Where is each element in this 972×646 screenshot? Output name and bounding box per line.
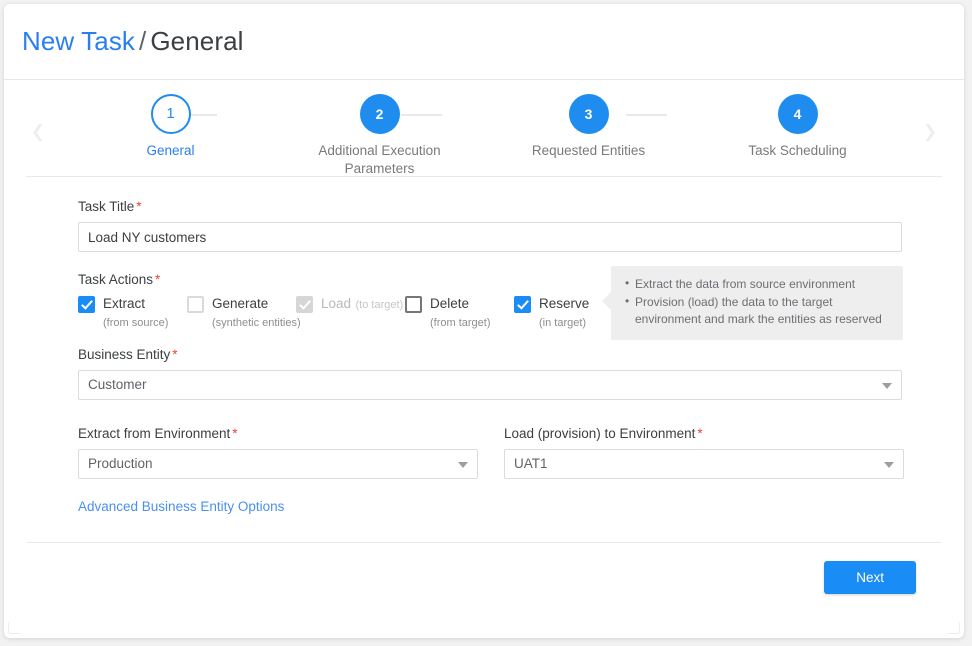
task-title-label: Task Title * xyxy=(78,199,902,215)
checkbox-reserve-sublabel: (in target) xyxy=(539,317,587,329)
chevron-down-icon[interactable] xyxy=(458,462,468,468)
checkbox-delete-label: Delete xyxy=(430,296,470,311)
checkbox-reserve-label: Reserve xyxy=(539,296,590,311)
checkbox-load: Load (to target) xyxy=(296,295,405,313)
step-3-number[interactable]: 3 xyxy=(568,94,609,134)
extract-environment-field: Extract from Environment * Production xyxy=(78,426,478,479)
step-connector-3-4 xyxy=(626,114,667,116)
business-entity-select[interactable]: Customer xyxy=(78,370,902,400)
step-1-label[interactable]: General xyxy=(66,142,275,160)
wizard-step-2[interactable]: 2 Additional Execution Parameters xyxy=(275,94,484,178)
extract-environment-label: Extract from Environment * xyxy=(78,426,478,442)
required-asterisk: * xyxy=(697,426,703,441)
page-header: New Task / General xyxy=(4,4,964,80)
checkbox-extract-box[interactable] xyxy=(78,296,95,313)
chevron-down-icon[interactable] xyxy=(884,462,894,468)
task-actions-label-text: Task Actions xyxy=(78,272,154,287)
checkbox-load-box xyxy=(296,296,313,313)
task-title-label-text: Task Title xyxy=(78,199,135,214)
task-actions-info-tooltip: Extract the data from source environment… xyxy=(602,266,903,340)
checkbox-load-label: Load xyxy=(321,296,352,311)
advanced-business-entity-options-link[interactable]: Advanced Business Entity Options xyxy=(78,499,284,514)
business-entity-label-text: Business Entity xyxy=(78,347,171,362)
extract-environment-select[interactable]: Production xyxy=(78,449,478,479)
environments-row: Extract from Environment * Production Loa… xyxy=(78,426,904,479)
checkbox-generate-sublabel: (synthetic entities) xyxy=(212,317,301,329)
wizard-footer: Next xyxy=(4,543,964,594)
breadcrumb-separator: / xyxy=(139,26,147,56)
checkbox-generate[interactable]: Generate (synthetic entities) xyxy=(187,295,301,331)
load-environment-label: Load (provision) to Environment * xyxy=(504,426,904,442)
load-environment-label-text: Load (provision) to Environment xyxy=(504,426,696,441)
checkbox-extract-sublabel: (from source) xyxy=(103,317,169,329)
step-2-label[interactable]: Additional Execution Parameters xyxy=(299,142,461,178)
task-title-input[interactable] xyxy=(78,222,902,252)
next-button[interactable]: Next xyxy=(824,561,916,594)
step-1-number[interactable]: 1 xyxy=(150,94,191,134)
checkbox-delete[interactable]: Delete (from target) xyxy=(405,295,514,331)
wizard-stepper: ❮ ❯ 1 General 2 Additional Execution Par… xyxy=(26,80,942,177)
business-entity-field: Business Entity * Customer xyxy=(78,347,902,400)
load-environment-select[interactable]: UAT1 xyxy=(504,449,904,479)
task-wizard-card: New Task / General ❮ ❯ 1 General 2 Additio… xyxy=(4,4,964,638)
general-form: Task Title* Task Actions* Extract (from … xyxy=(4,177,964,516)
step-2-number[interactable]: 2 xyxy=(359,94,400,134)
info-line-1: Extract the data from source environment xyxy=(625,275,891,293)
required-asterisk: * xyxy=(155,272,161,287)
extract-environment-value: Production xyxy=(88,456,153,471)
checkbox-delete-box[interactable] xyxy=(405,296,422,313)
wizard-step-3[interactable]: 3 Requested Entities xyxy=(484,94,693,178)
step-3-label[interactable]: Requested Entities xyxy=(484,142,693,160)
checkbox-delete-sublabel: (from target) xyxy=(430,317,491,329)
app-page: New Task / General ❮ ❯ 1 General 2 Additio… xyxy=(0,0,972,646)
checkbox-generate-box[interactable] xyxy=(187,296,204,313)
checkbox-extract[interactable]: Extract (from source) xyxy=(78,295,187,331)
extract-environment-label-text: Extract from Environment xyxy=(78,426,231,441)
business-entity-value: Customer xyxy=(88,377,147,392)
checkbox-generate-label: Generate xyxy=(212,296,269,311)
info-line-2: Provision (load) the data to the target … xyxy=(625,293,891,328)
required-asterisk: * xyxy=(232,426,238,441)
card-corner-bottom-left xyxy=(8,621,21,634)
checkbox-load-sublabel: (to target) xyxy=(355,299,404,311)
load-environment-field: Load (provision) to Environment * UAT1 xyxy=(504,426,904,479)
page-title: General xyxy=(150,26,244,56)
step-connector-2-3 xyxy=(401,114,442,116)
required-asterisk: * xyxy=(136,199,142,214)
required-asterisk: * xyxy=(172,347,178,362)
task-actions-field: Task Actions * Extract (from source) Gene… xyxy=(78,266,903,340)
checkbox-extract-label: Extract xyxy=(103,296,146,311)
business-entity-label: Business Entity * xyxy=(78,347,902,363)
card-corner-bottom-right xyxy=(947,621,960,634)
breadcrumb: New Task / General xyxy=(22,26,964,57)
load-environment-value: UAT1 xyxy=(514,456,548,471)
step-4-label[interactable]: Task Scheduling xyxy=(693,142,902,160)
wizard-step-1[interactable]: 1 General xyxy=(66,94,275,178)
checkbox-reserve-box[interactable] xyxy=(514,296,531,313)
wizard-step-4[interactable]: 4 Task Scheduling xyxy=(693,94,902,178)
chevron-down-icon[interactable] xyxy=(882,383,892,389)
breadcrumb-link-new-task[interactable]: New Task xyxy=(22,26,135,56)
step-4-number[interactable]: 4 xyxy=(777,94,818,134)
task-title-field: Task Title * xyxy=(78,199,902,252)
